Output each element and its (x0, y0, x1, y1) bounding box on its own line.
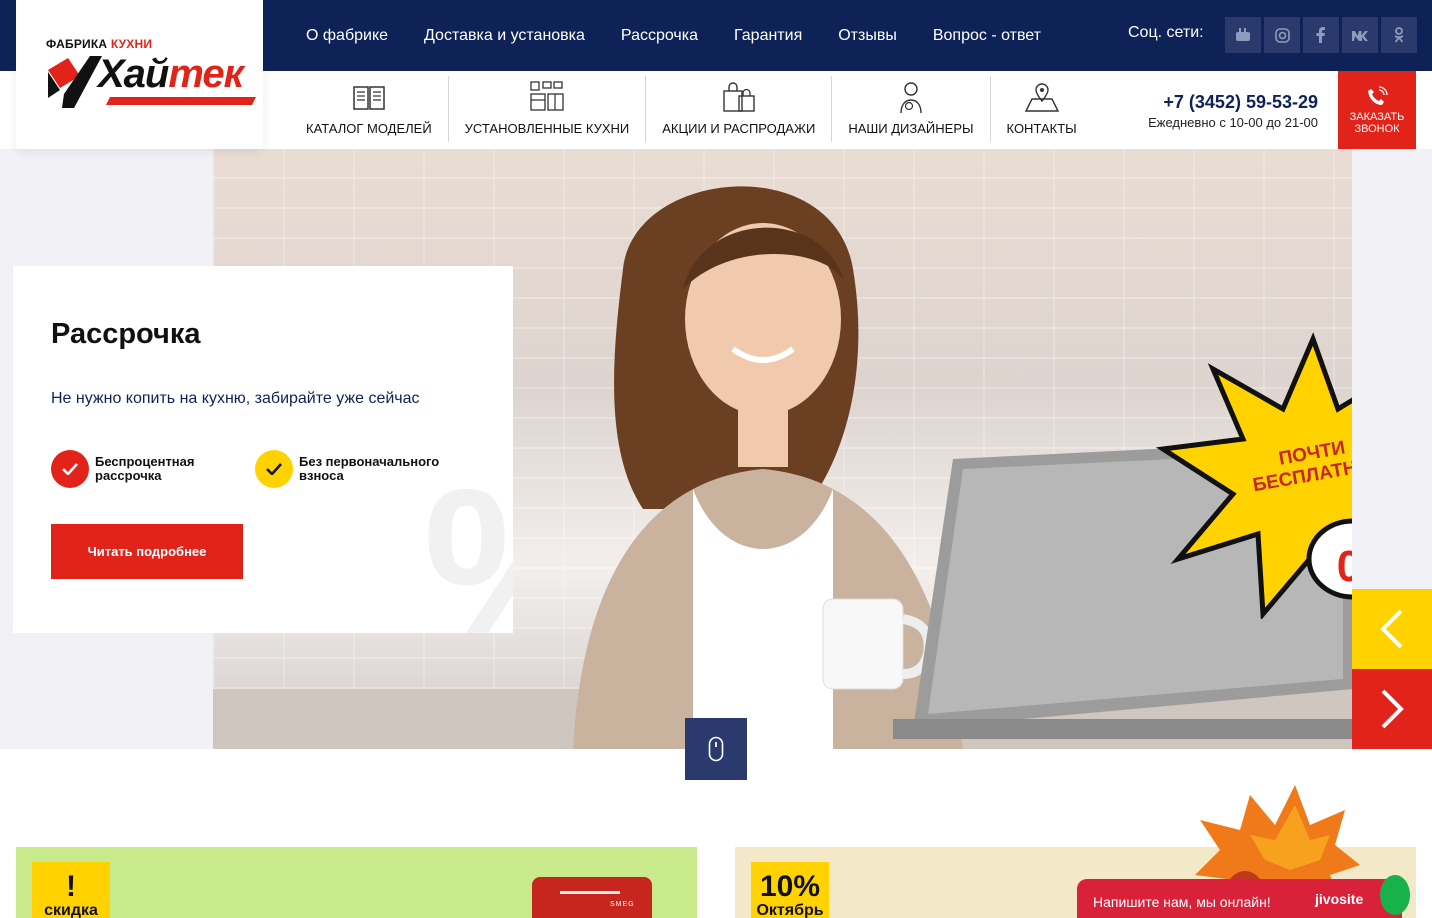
page: О фабрике Доставка и установка Рассрочка… (0, 0, 1432, 918)
chat-brand: jivosite (1315, 891, 1364, 907)
chat-text: Напишите нам, мы онлайн! (1093, 894, 1271, 910)
promo-badge-big: 10% (759, 870, 821, 903)
secnav-installed-label: УСТАНОВЛЕННЫЕ КУХНИ (464, 121, 630, 136)
nav-reviews[interactable]: Отзывы (838, 27, 897, 45)
secnav-catalog[interactable]: КАТАЛОГ МОДЕЛЕЙ (290, 76, 448, 142)
social-label: Соц. сети: (1128, 24, 1204, 41)
secnav-contacts-label: КОНТАКТЫ (1006, 121, 1077, 136)
check-icon (255, 450, 293, 488)
promo-badge-small: скидка (44, 902, 98, 918)
social-links (1225, 17, 1417, 53)
top-nav: О фабрике Доставка и установка Рассрочка… (306, 0, 1041, 71)
vk-icon[interactable] (1342, 17, 1378, 53)
facebook-icon[interactable] (1303, 17, 1339, 53)
logo-tagline: ФАБРИКА КУХНИ (46, 37, 153, 51)
mouse-icon (708, 736, 724, 762)
feature-2-line1: Без первоначального (299, 454, 440, 469)
chevron-right-icon (1381, 689, 1404, 729)
youtube-icon[interactable] (1225, 17, 1261, 53)
nav-installment[interactable]: Рассрочка (621, 27, 698, 45)
nav-delivery[interactable]: Доставка и установка (424, 27, 585, 45)
fridge-brand: SMEG (610, 901, 635, 908)
secnav-designers[interactable]: НАШИ ДИЗАЙНЕРЫ (831, 76, 989, 142)
logo-word: Хайтек (98, 52, 244, 96)
instagram-icon[interactable] (1264, 17, 1300, 53)
callback-button[interactable]: ЗАКАЗАТЬ ЗВОНОК (1338, 71, 1416, 149)
hero-subtitle: Не нужно копить на кухню, забирайте уже … (51, 390, 420, 407)
slider-next-button[interactable] (1352, 669, 1432, 749)
read-more-button[interactable]: Читать подробнее (51, 524, 243, 579)
shopping-bags-icon (723, 82, 755, 112)
callback-line1: ЗАКАЗАТЬ (1349, 110, 1405, 123)
chat-online-indicator (1380, 875, 1410, 915)
promo-badge: ! скидка (32, 862, 110, 918)
designer-icon (900, 82, 922, 114)
feature-no-interest: Беспроцентная рассрочка (51, 450, 194, 488)
secnav-sales-label: АКЦИИ И РАСПРОДАЖИ (662, 121, 816, 136)
phone-block: +7 (3452) 59-53-29 Ежедневно с 10-00 до … (1140, 92, 1318, 130)
odnoklassniki-icon[interactable] (1381, 17, 1417, 53)
feature-2-line2: взноса (299, 468, 344, 483)
promo-burst: ПОЧТИ БЕСПЛАТНО 0 % (1155, 332, 1352, 619)
nav-faq[interactable]: Вопрос - ответ (933, 27, 1041, 45)
promo-badge-small: Октябрь (756, 902, 824, 918)
secnav-sales[interactable]: АКЦИИ И РАСПРОДАЖИ (645, 76, 831, 142)
secnav-contacts[interactable]: КОНТАКТЫ (989, 76, 1093, 142)
chat-widget[interactable]: Напишите нам, мы онлайн! jivosite (1077, 875, 1410, 918)
feature-no-downpayment: Без первоначального взноса (255, 450, 439, 488)
feature-1-line2: рассрочка (95, 468, 162, 483)
slider-prev-button[interactable] (1352, 589, 1432, 669)
promo-card-discount[interactable]: ! скидка SMEG (16, 847, 697, 918)
working-hours: Ежедневно с 10-00 до 21-00 (1148, 115, 1318, 130)
burst-zero: 0 (1337, 542, 1352, 591)
logo-mark: Хайтек (46, 52, 256, 108)
hero-card: % Рассрочка Не нужно копить на кухню, за… (13, 266, 513, 633)
chevron-left-icon (1380, 609, 1403, 649)
promo-badge: 10% Октябрь (751, 862, 829, 918)
map-pins-icon (1024, 83, 1059, 112)
check-icon (51, 450, 89, 488)
secnav-catalog-label: КАТАЛОГ МОДЕЛЕЙ (306, 121, 432, 136)
kitchen-cabinets-icon (530, 81, 564, 111)
phone-number[interactable]: +7 (3452) 59-53-29 (1140, 92, 1318, 113)
callback-line2: ЗВОНОК (1354, 122, 1400, 135)
secnav-designers-label: НАШИ ДИЗАЙНЕРЫ (848, 121, 974, 136)
hero-title: Рассрочка (51, 318, 201, 350)
secnav-installed[interactable]: УСТАНОВЛЕННЫЕ КУХНИ (447, 76, 646, 142)
scroll-down-button[interactable] (685, 718, 747, 780)
fridge-image: SMEG (532, 877, 652, 918)
secondary-nav: КАТАЛОГ МОДЕЛЕЙ УСТАНОВЛЕННЫЕ КУХНИ АКЦИ… (290, 76, 1093, 142)
promo-badge-big: ! (66, 870, 76, 903)
logo[interactable]: ФАБРИКА КУХНИ Хайтек (16, 0, 263, 149)
catalog-book-icon (353, 86, 385, 110)
nav-warranty[interactable]: Гарантия (734, 27, 802, 45)
nav-about[interactable]: О фабрике (306, 27, 388, 45)
feature-1-line1: Беспроцентная (95, 454, 195, 469)
phone-ring-icon (1368, 85, 1388, 105)
